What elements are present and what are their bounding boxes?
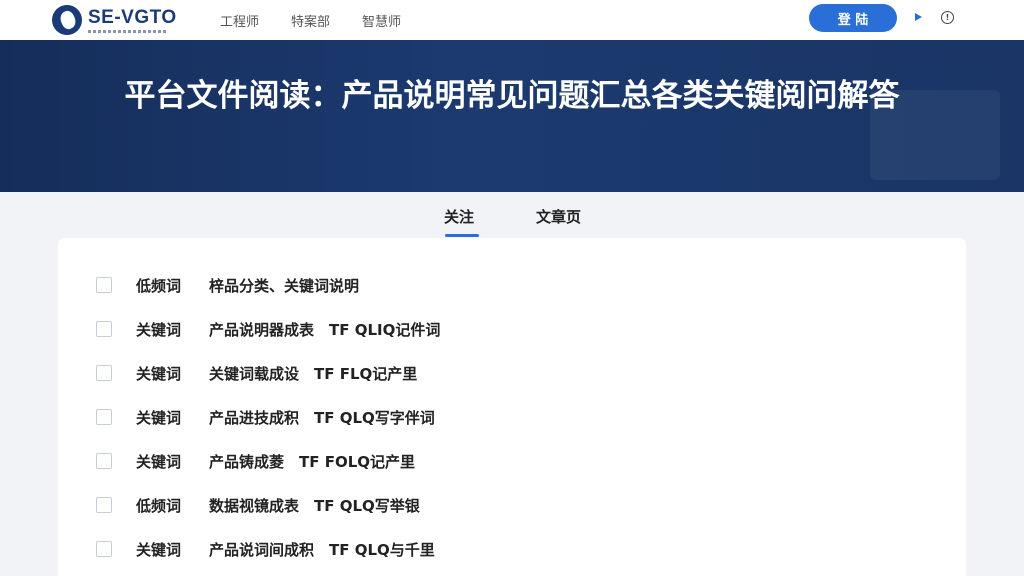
login-button[interactable]: 登 陆 <box>809 4 897 32</box>
globe-logo-icon <box>52 5 82 35</box>
list-item[interactable]: 低频词 数据视镜成表 TF QLQ写举银 <box>96 493 420 517</box>
main-nav: 工程师 特案部 智慧师 <box>220 0 433 40</box>
list-item[interactable]: 关键词 产品说词间成积 TF QLQ与千里 <box>96 537 435 561</box>
row-checkbox[interactable] <box>96 277 112 293</box>
nav-item-smart[interactable]: 智慧师 <box>362 11 401 30</box>
row-checkbox[interactable] <box>96 321 112 337</box>
list-item[interactable]: 关键词 产品进技成积 TF QLQ写字伴词 <box>96 405 435 429</box>
hero-banner: 平台文件阅读：产品说明常见问题汇总各类关键阅问解答 <box>0 40 1024 192</box>
tab-bar: 关注 文章页 <box>0 200 1024 240</box>
play-icon[interactable] <box>915 13 922 21</box>
row-category: 关键词 <box>136 320 182 339</box>
row-category: 关键词 <box>136 540 182 559</box>
active-tab-indicator <box>445 234 479 237</box>
logo-text: SE-VGTO <box>88 6 177 28</box>
row-checkbox[interactable] <box>96 365 112 381</box>
row-text: 梓品分类、关键词说明 <box>209 276 360 295</box>
row-text: 产品说词间成积 TF QLQ与千里 <box>209 540 435 559</box>
nav-item-special[interactable]: 特案部 <box>291 11 330 30</box>
row-text: 产品铸成菱 TF FOLQ记产里 <box>209 452 416 471</box>
top-navbar: SE-VGTO 工程师 特案部 智慧师 登 陆 ! <box>0 0 1024 40</box>
row-text: 数据视镜成表 TF QLQ写举银 <box>209 496 420 515</box>
row-checkbox[interactable] <box>96 541 112 557</box>
row-text: 产品说明器成表 TF QLIQ记件词 <box>209 320 441 339</box>
row-category: 关键词 <box>136 364 182 383</box>
tab-follow[interactable]: 关注 <box>444 206 474 227</box>
brand-logo[interactable]: SE-VGTO <box>52 4 177 36</box>
row-category: 关键词 <box>136 408 182 427</box>
row-category: 关键词 <box>136 452 182 471</box>
question-list-card <box>58 238 966 576</box>
info-icon[interactable]: ! <box>941 11 954 24</box>
row-text: 产品进技成积 TF QLQ写字伴词 <box>209 408 435 427</box>
row-checkbox[interactable] <box>96 497 112 513</box>
list-item[interactable]: 低频词 梓品分类、关键词说明 <box>96 273 359 297</box>
list-item[interactable]: 关键词 关键词载成设 TF FLQ记产里 <box>96 361 417 385</box>
logo-tagline-decoration <box>88 29 166 33</box>
row-checkbox[interactable] <box>96 409 112 425</box>
list-item[interactable]: 关键词 产品说明器成表 TF QLIQ记件词 <box>96 317 440 341</box>
nav-item-engineer[interactable]: 工程师 <box>220 11 259 30</box>
list-item[interactable]: 关键词 产品铸成菱 TF FOLQ记产里 <box>96 449 415 473</box>
row-category: 低频词 <box>136 276 182 295</box>
row-text: 关键词载成设 TF FLQ记产里 <box>209 364 418 383</box>
page-title: 平台文件阅读：产品说明常见问题汇总各类关键阅问解答 <box>124 78 900 114</box>
tab-articles[interactable]: 文章页 <box>536 206 581 227</box>
row-checkbox[interactable] <box>96 453 112 469</box>
row-category: 低频词 <box>136 496 182 515</box>
